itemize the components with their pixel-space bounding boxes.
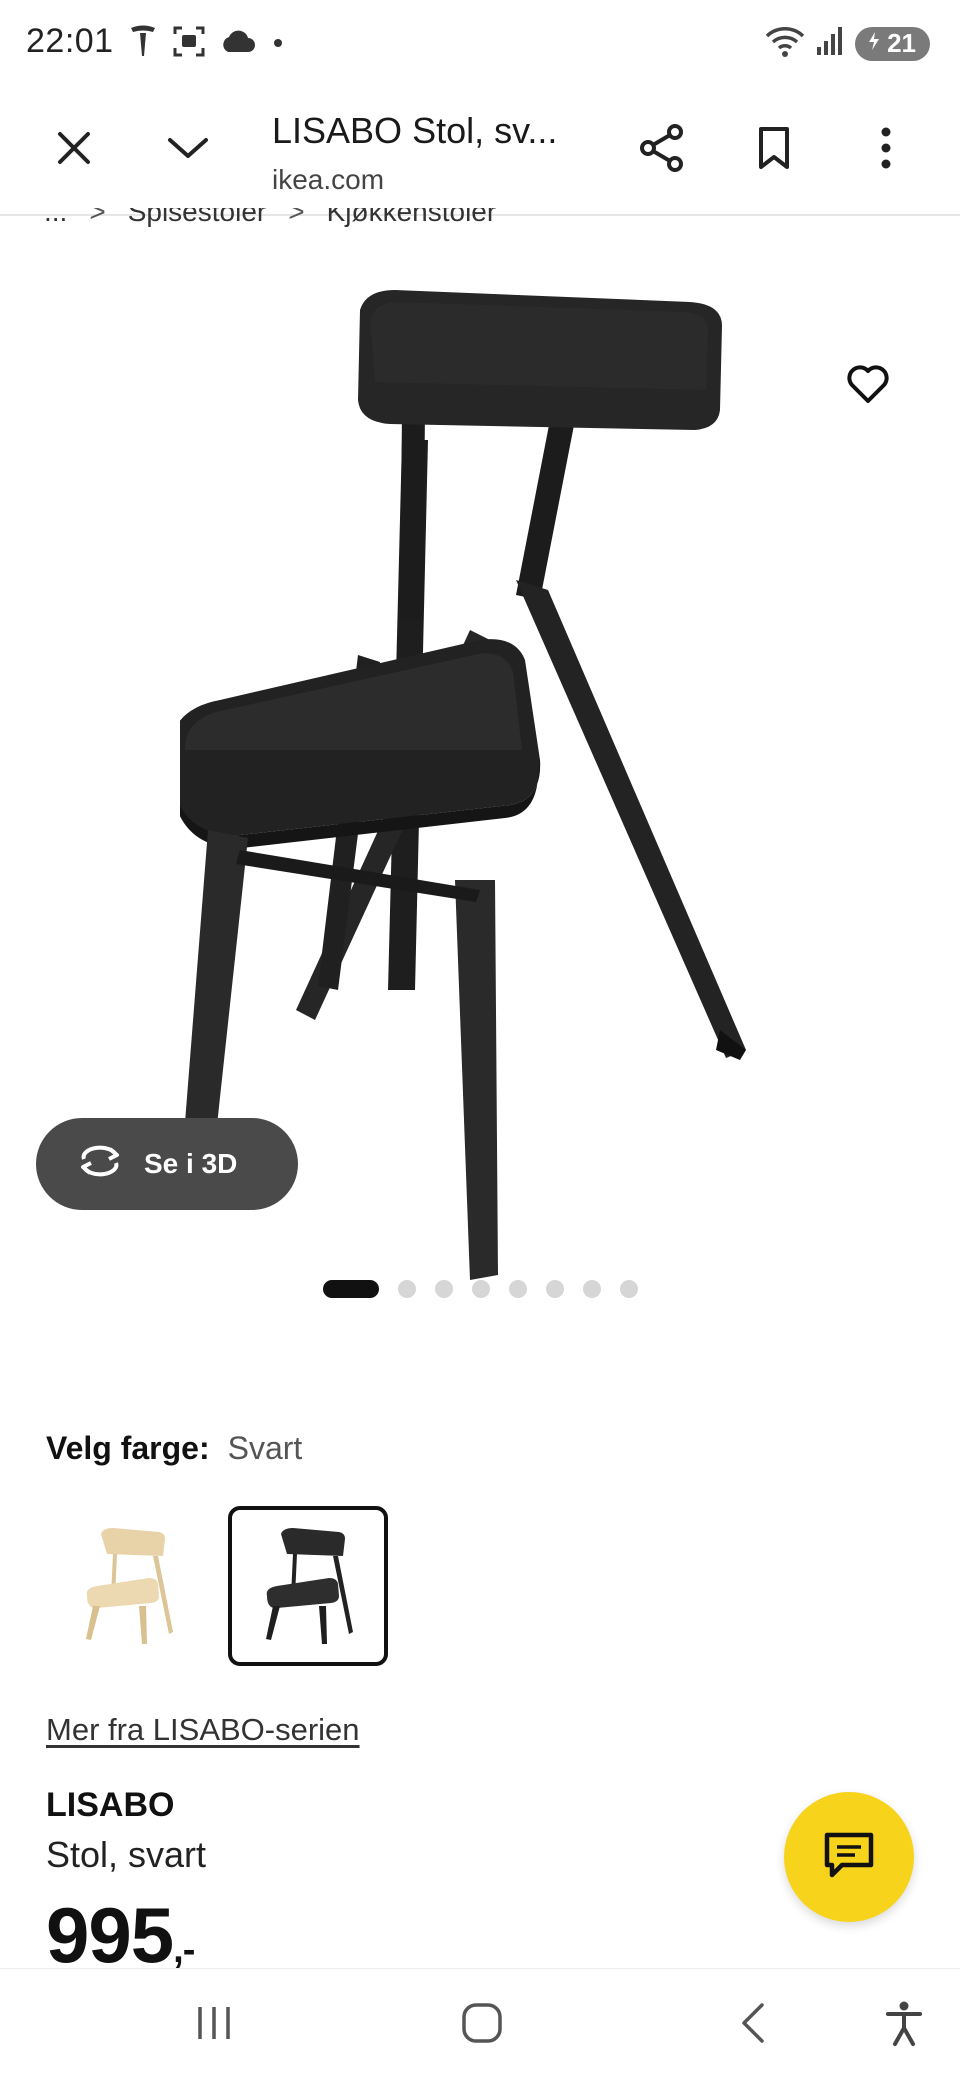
chair-thumbnail-black — [266, 1528, 353, 1644]
chair-thumbnail-birch — [86, 1528, 173, 1644]
pagination-dot[interactable] — [545, 1280, 564, 1298]
recent-apps-button[interactable] — [182, 1997, 246, 2053]
status-right: 21 — [765, 24, 930, 63]
favorite-button[interactable] — [836, 354, 900, 418]
chat-button[interactable] — [784, 1792, 914, 1922]
pagination-dot-active[interactable] — [322, 1280, 379, 1298]
color-option-black[interactable] — [228, 1506, 388, 1666]
bookmark-icon — [757, 126, 791, 175]
price-suffix: ,- — [173, 1929, 195, 1971]
minimize-button[interactable] — [152, 114, 224, 186]
more-options-button[interactable] — [850, 114, 922, 186]
bookmark-button[interactable] — [738, 114, 810, 186]
view-3d-label: Se i 3D — [144, 1148, 238, 1179]
battery-icon — [865, 28, 883, 59]
product-gallery[interactable]: Se i 3D — [0, 230, 960, 1280]
home-icon — [461, 2002, 503, 2049]
color-selector-label: Velg farge: Svart — [46, 1430, 302, 1467]
rotate-3d-icon — [76, 1145, 124, 1184]
color-value: Svart — [227, 1430, 303, 1466]
share-icon — [639, 123, 685, 178]
chevron-down-icon — [166, 134, 210, 167]
view-3d-button[interactable]: Se i 3D — [36, 1118, 298, 1210]
color-option-birch[interactable] — [48, 1506, 208, 1666]
screenshot-icon — [172, 24, 206, 63]
pagination-dot[interactable] — [397, 1280, 416, 1298]
pagination-dot[interactable] — [434, 1280, 453, 1298]
pagination-dot[interactable] — [582, 1280, 601, 1298]
recent-apps-icon — [194, 2005, 234, 2046]
page-title[interactable]: LISABO Stol, sv... — [272, 110, 557, 152]
gallery-pagination — [0, 1280, 960, 1298]
pagination-dot[interactable] — [508, 1280, 527, 1298]
battery-indicator: 21 — [855, 26, 930, 61]
product-name: LISABO — [46, 1786, 175, 1824]
share-button[interactable] — [626, 114, 698, 186]
tesla-icon — [128, 24, 158, 63]
cloud-icon — [220, 28, 256, 59]
status-time: 22:01 — [26, 22, 114, 60]
page-url[interactable]: ikea.com — [272, 164, 384, 196]
pagination-dot[interactable] — [619, 1280, 638, 1298]
back-button[interactable] — [720, 1997, 784, 2053]
signal-icon — [815, 25, 845, 62]
accessibility-button[interactable] — [872, 1997, 936, 2053]
series-link[interactable]: Mer fra LISABO-serien — [46, 1712, 360, 1748]
status-bar: 22:01 21 — [0, 0, 960, 90]
battery-level: 21 — [887, 28, 916, 58]
back-icon — [738, 2001, 766, 2050]
product-description: Stol, svart — [46, 1834, 207, 1875]
browser-toolbar: LISABO Stol, sv... ikea.com — [0, 90, 960, 216]
close-icon — [56, 130, 92, 171]
more-vert-icon — [880, 126, 892, 175]
color-label: Velg farge: — [46, 1430, 210, 1466]
status-left-icons — [128, 24, 286, 63]
wifi-icon — [765, 24, 805, 63]
heart-icon — [846, 364, 890, 409]
chat-icon — [822, 1830, 876, 1885]
close-tab-button[interactable] — [38, 114, 110, 186]
dot-icon — [270, 33, 286, 54]
system-navbar — [0, 1968, 960, 2080]
accessibility-icon — [884, 2000, 924, 2051]
pagination-dot[interactable] — [471, 1280, 490, 1298]
home-button[interactable] — [450, 1997, 514, 2053]
